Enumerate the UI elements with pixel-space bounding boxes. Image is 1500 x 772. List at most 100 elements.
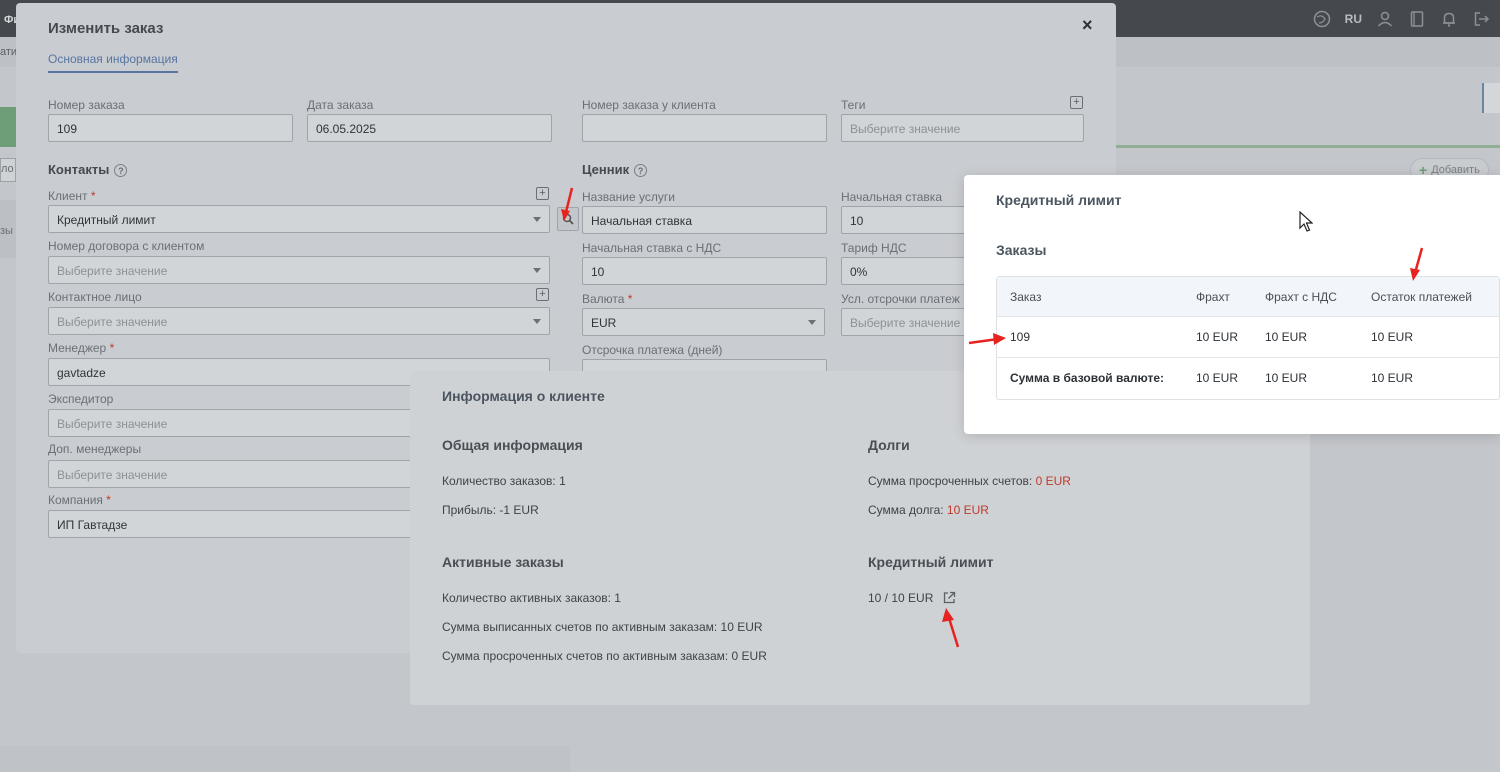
required-mark: *: [106, 493, 111, 507]
order-number-input[interactable]: 109: [48, 114, 293, 142]
column-header-freight: Фрахт: [1196, 290, 1230, 304]
currency-select-value: EUR: [591, 316, 617, 330]
service-name-label: Название услуги: [582, 190, 675, 204]
contact-placeholder: Выберите значение: [57, 315, 168, 329]
book-icon[interactable]: [1408, 10, 1426, 28]
column-header-freight-vat: Фрахт с НДС: [1265, 290, 1337, 304]
payment-terms-label: Усл. отсрочки платеж: [841, 292, 960, 306]
forwarder-label: Экспедитор: [48, 392, 114, 406]
order-date-input[interactable]: 06.05.2025: [307, 114, 552, 142]
active-overdue-sum: Сумма просроченных счетов по активным за…: [442, 649, 767, 663]
payment-delay-label: Отсрочка платежа (дней): [582, 343, 723, 357]
cell-freight: 10 EUR: [1196, 330, 1239, 344]
client-search-button[interactable]: [557, 207, 579, 231]
help-icon[interactable]: ?: [114, 164, 128, 178]
bell-icon[interactable]: [1440, 10, 1458, 28]
currency-label-text: Валюта: [582, 292, 625, 306]
sum-freight: 10 EUR: [1196, 371, 1239, 385]
tags-select[interactable]: Выберите значение: [841, 114, 1084, 142]
order-number-label: Номер заказа: [48, 98, 125, 112]
user-icon[interactable]: [1376, 10, 1394, 28]
cell-freight-vat: 10 EUR: [1265, 330, 1308, 344]
initial-rate-vat-label: Начальная ставка с НДС: [582, 241, 722, 255]
table-row[interactable]: 109 10 EUR 10 EUR 10 EUR: [997, 317, 1499, 358]
contact-label: Контактное лицо: [48, 290, 142, 304]
client-label-text: Клиент: [48, 189, 88, 203]
background-progress-line: [1110, 145, 1500, 148]
chevron-down-icon: [533, 217, 541, 222]
background-bottom-strip: [0, 746, 570, 772]
required-mark: *: [90, 189, 96, 203]
tags-label: Теги: [841, 98, 866, 112]
overdue-invoices-text: Сумма просроченных счетов: 0 EUR: [868, 474, 1071, 488]
debt-sum-text: Сумма долга: 10 EUR: [868, 503, 989, 517]
close-icon[interactable]: ×: [1082, 15, 1093, 36]
overdue-value: 0 EUR: [1035, 474, 1071, 488]
add-contact-icon[interactable]: +: [536, 288, 549, 301]
language-selector[interactable]: RU: [1345, 12, 1362, 26]
credit-limit-text: 10 / 10 EUR: [868, 591, 934, 606]
table-header-row: Заказ Фрахт Фрахт с НДС Остаток платежей: [997, 277, 1499, 317]
client-select[interactable]: Кредитный лимит: [48, 205, 550, 233]
cell-balance: 10 EUR: [1371, 330, 1414, 344]
manager-label: Менеджер *: [48, 341, 114, 355]
chevron-down-icon: [533, 268, 541, 273]
manager-label-text: Менеджер: [48, 341, 107, 355]
required-mark: *: [627, 292, 633, 306]
background-input[interactable]: ло: [0, 158, 16, 182]
chevron-down-icon: [808, 320, 816, 325]
general-info-heading: Общая информация: [442, 437, 583, 453]
external-link-icon[interactable]: [943, 591, 956, 607]
add-tag-icon[interactable]: +: [1070, 96, 1083, 109]
background-green-button[interactable]: [0, 107, 16, 147]
service-name-input[interactable]: Начальная ставка: [582, 206, 827, 234]
sum-freight-vat: 10 EUR: [1265, 371, 1308, 385]
contract-select[interactable]: Выберите значение: [48, 256, 550, 284]
company-label: Компания *: [48, 493, 111, 507]
overdue-label: Сумма просроченных счетов:: [868, 474, 1036, 488]
background-left-text: зы: [0, 225, 13, 237]
help-icon[interactable]: ?: [634, 164, 648, 178]
cell-order[interactable]: 109: [1010, 330, 1030, 344]
background-left-block: зы: [0, 200, 16, 258]
active-orders-count: Количество активных заказов: 1: [442, 591, 621, 605]
client-info-title: Информация о клиенте: [442, 388, 605, 404]
add-client-icon[interactable]: +: [536, 187, 549, 200]
subbar-text: ати: [0, 46, 18, 58]
chevron-down-icon: [533, 319, 541, 324]
contacts-title-text: Контакты: [48, 162, 110, 177]
debt-label: Сумма долга:: [868, 503, 947, 517]
background-side-tab[interactable]: [1482, 83, 1500, 113]
credit-limit-title: Кредитный лимит: [996, 192, 1122, 208]
contacts-section-title: Контакты?: [48, 162, 128, 178]
orders-count-text: Количество заказов: 1: [442, 474, 566, 488]
logout-icon[interactable]: [1472, 10, 1490, 28]
table-sum-row: Сумма в базовой валюте: 10 EUR 10 EUR 10…: [997, 358, 1499, 399]
credit-limit-heading: Кредитный лимит: [868, 554, 994, 570]
orders-table: Заказ Фрахт Фрахт с НДС Остаток платежей…: [996, 276, 1500, 400]
mouse-cursor-icon: [1299, 211, 1313, 232]
contact-select[interactable]: Выберите значение: [48, 307, 550, 335]
modal-title: Изменить заказ: [48, 20, 164, 37]
active-invoiced-sum: Сумма выписанных счетов по активным зака…: [442, 620, 763, 634]
currency-select[interactable]: EUR: [582, 308, 825, 336]
order-date-label: Дата заказа: [307, 98, 374, 112]
contract-label: Номер договора с клиентом: [48, 239, 205, 253]
extra-managers-label: Доп. менеджеры: [48, 442, 142, 456]
sum-balance: 10 EUR: [1371, 371, 1414, 385]
contract-placeholder: Выберите значение: [57, 264, 168, 278]
tab-main-info[interactable]: Основная информация: [48, 52, 178, 73]
debts-heading: Долги: [868, 437, 910, 453]
company-label-text: Компания: [48, 493, 103, 507]
pricing-title-text: Ценник: [582, 162, 630, 177]
column-header-balance: Остаток платежей: [1371, 290, 1472, 304]
active-orders-heading: Активные заказы: [442, 554, 564, 570]
globe-icon[interactable]: [1313, 10, 1331, 28]
client-order-number-input[interactable]: [582, 114, 827, 142]
debt-value: 10 EUR: [946, 503, 989, 517]
initial-rate-label: Начальная ставка: [841, 190, 942, 204]
initial-rate-vat-input[interactable]: 10: [582, 257, 827, 285]
currency-label: Валюта *: [582, 292, 632, 306]
column-header-order: Заказ: [1010, 290, 1042, 304]
pricing-section-title: Ценник?: [582, 162, 648, 178]
